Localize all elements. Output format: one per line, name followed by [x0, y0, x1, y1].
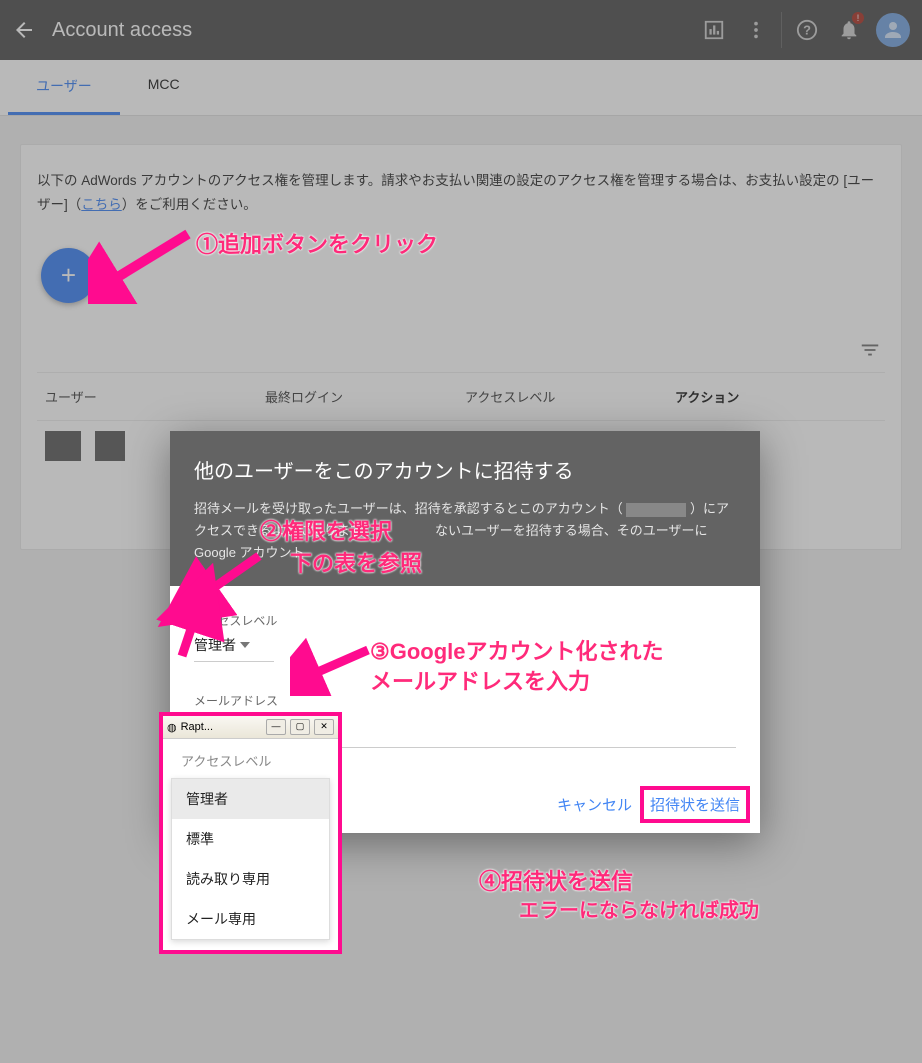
divider [781, 12, 782, 48]
access-level-label: アクセスレベル [194, 612, 736, 629]
annotation-3a: ③Googleアカウント化された [370, 634, 664, 666]
back-arrow-icon[interactable] [12, 18, 36, 42]
page-title: Account access [52, 19, 192, 42]
close-icon[interactable]: ✕ [314, 719, 334, 735]
annotation-2a: ②権限を選択 [260, 514, 392, 546]
tab-users[interactable]: ユーザー [8, 60, 120, 115]
col-user: ユーザー [45, 387, 265, 406]
arrow-3 [290, 636, 380, 696]
col-level: アクセスレベル [465, 387, 675, 406]
annotation-1: ①追加ボタンをクリック [196, 227, 438, 259]
col-action: アクション [675, 387, 877, 406]
help-icon[interactable]: ? [786, 0, 828, 60]
col-login: 最終ログイン [265, 387, 465, 406]
desc-post: ）をご利用ください。 [122, 197, 257, 212]
reports-icon[interactable] [693, 0, 735, 60]
send-invite-button[interactable]: 招待状を送信 [650, 797, 740, 814]
minimize-icon[interactable]: — [266, 719, 286, 735]
popup-titlebar: ◍ Rapt... — ▢ ✕ [163, 716, 338, 739]
table-header: ユーザー 最終ログイン アクセスレベル アクション [37, 373, 885, 421]
dialog-title: 他のユーザーをこのアカウントに招待する [194, 455, 736, 484]
tab-mcc[interactable]: MCC [120, 60, 208, 115]
notifications-icon[interactable]: ! [828, 0, 870, 60]
popup-app-title: Rapt... [181, 721, 213, 733]
redacted-block [95, 431, 125, 461]
send-button-highlight: 招待状を送信 [640, 786, 750, 823]
redacted-block [45, 431, 81, 461]
popup-item-admin[interactable]: 管理者 [172, 779, 329, 819]
annotation-2b: 下の表を参照 [290, 546, 422, 578]
popup-item-emailonly[interactable]: メール専用 [172, 899, 329, 939]
popup-menu: 管理者 標準 読み取り専用 メール専用 [171, 778, 330, 940]
tabs: ユーザー MCC [0, 60, 922, 116]
notification-badge: ! [852, 12, 864, 24]
maximize-icon[interactable]: ▢ [290, 719, 310, 735]
svg-text:?: ? [803, 23, 811, 38]
filter-icon[interactable] [859, 339, 881, 366]
app-icon: ◍ [167, 721, 177, 734]
avatar[interactable] [876, 13, 910, 47]
payment-users-link[interactable]: こちら [81, 197, 122, 212]
redacted-inline [626, 503, 686, 517]
access-level-popup: ◍ Rapt... — ▢ ✕ アクセスレベル 管理者 標準 読み取り専用 メー… [159, 712, 342, 954]
popup-item-standard[interactable]: 標準 [172, 819, 329, 859]
annotation-4a: ④招待状を送信 [479, 864, 633, 896]
annotation-3b: メールアドレスを入力 [370, 664, 590, 696]
annotation-4b: エラーにならなければ成功 [519, 894, 759, 923]
arrow-2 [144, 546, 274, 666]
cancel-button[interactable]: キャンセル [557, 794, 632, 815]
popup-label: アクセスレベル [171, 749, 330, 778]
card-description: 以下の AdWords アカウントのアクセス権を管理します。請求やお支払い関連の… [37, 169, 885, 218]
more-vert-icon[interactable] [735, 0, 777, 60]
arrow-1 [88, 224, 198, 304]
filter-bar [37, 333, 885, 373]
header: Account access ? ! [0, 0, 922, 60]
popup-item-readonly[interactable]: 読み取り専用 [172, 859, 329, 899]
